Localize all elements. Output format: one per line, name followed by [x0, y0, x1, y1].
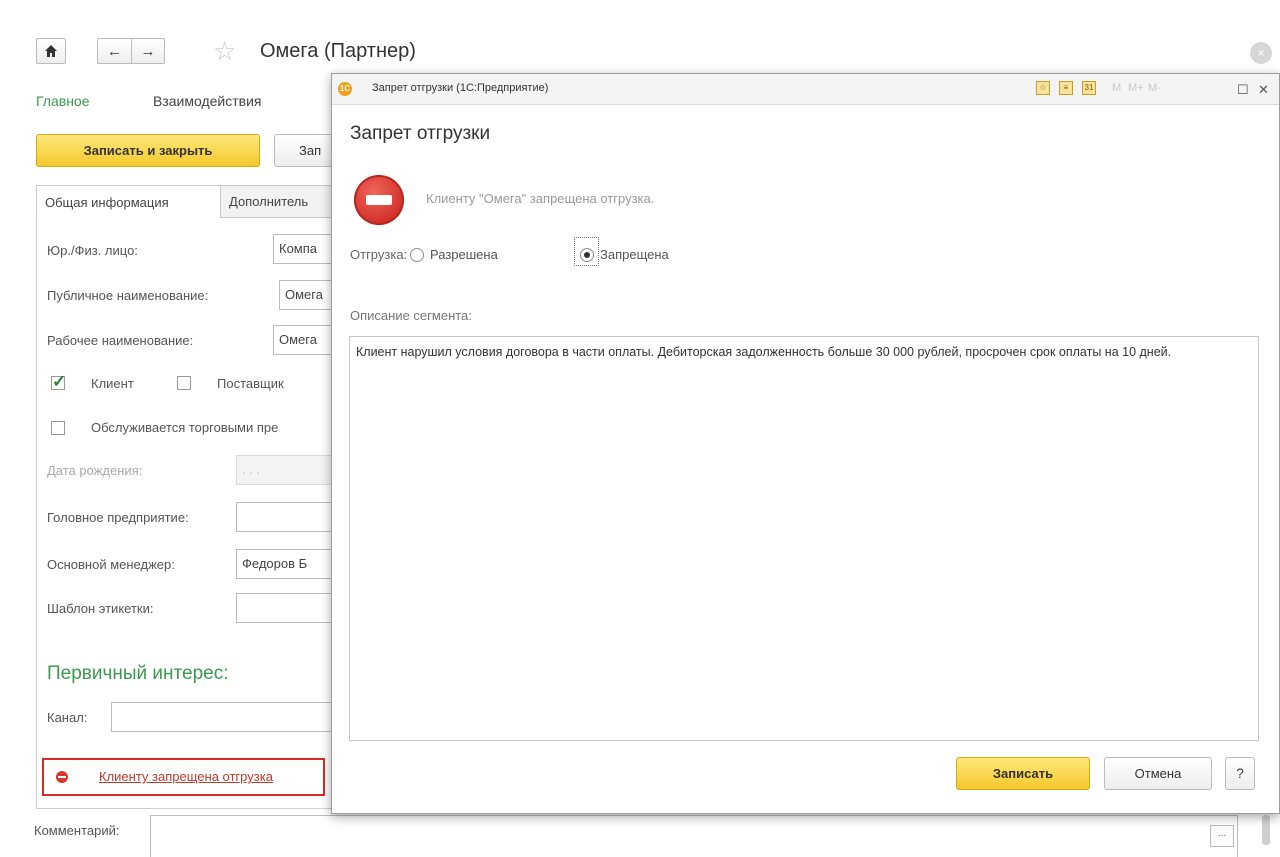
radio-forbidden-label: Запрещена [600, 247, 669, 262]
back-arrow-icon: ← [107, 42, 122, 60]
ban-message: Клиенту "Омега" запрещена отгрузка. [426, 191, 655, 206]
comment-label: Комментарий: [34, 823, 120, 838]
memory-mminus-icon[interactable]: M- [1148, 82, 1161, 94]
scrollbar[interactable] [1262, 815, 1270, 845]
primary-interest-title: Первичный интерес: [47, 663, 229, 684]
shipment-ban-warning: Клиенту запрещена отгрузка [42, 758, 325, 796]
save-dialog-button[interactable]: Записать [956, 757, 1090, 790]
checkmark-icon: ✓ [52, 372, 67, 391]
favorite-icon[interactable]: ☆ [1036, 81, 1050, 95]
description-textarea[interactable]: Клиент нарушил условия договора в части … [349, 336, 1259, 741]
help-button[interactable]: ? [1225, 757, 1255, 790]
birth-date-field: . . . [236, 455, 343, 485]
home-button[interactable] [36, 38, 66, 64]
close-form-icon[interactable]: × [1250, 42, 1272, 64]
channel-label: Канал: [47, 710, 88, 725]
app-1c-icon: 1С [338, 82, 352, 96]
legal-type-label: Юр./Физ. лицо: [47, 243, 138, 258]
cancel-button[interactable]: Отмена [1104, 757, 1212, 790]
birth-date-label: Дата рождения: [47, 463, 143, 478]
shipment-ban-link[interactable]: Клиенту запрещена отгрузка [99, 769, 273, 784]
memory-mplus-icon[interactable]: M+ [1128, 82, 1144, 94]
back-button[interactable]: ← [97, 38, 131, 64]
manager-field[interactable]: Федоров Б [236, 549, 343, 579]
tab-main[interactable]: Главное [36, 93, 90, 109]
save-button-label: Зап [299, 143, 322, 158]
forward-arrow-icon: → [140, 42, 156, 60]
public-name-label: Публичное наименование: [47, 288, 209, 303]
home-icon [44, 44, 58, 58]
page-title: Омега (Партнер) [260, 40, 416, 62]
memory-m-icon[interactable]: M [1112, 82, 1121, 94]
shipment-ban-dialog: 1С Запрет отгрузки (1С:Предприятие) ☆ ≡ … [331, 73, 1280, 814]
supplier-label: Поставщик [217, 376, 284, 391]
maximize-icon[interactable]: ☐ [1237, 82, 1249, 98]
dialog-titlebar[interactable]: 1С Запрет отгрузки (1С:Предприятие) ☆ ≡ … [332, 74, 1279, 105]
tab-interactions[interactable]: Взаимодействия [153, 93, 262, 109]
label-template-field[interactable] [236, 593, 343, 623]
tab-general-info[interactable]: Общая информация [36, 185, 221, 218]
work-name-label: Рабочее наименование: [47, 333, 194, 348]
forward-button[interactable]: → [131, 38, 165, 64]
head-company-field[interactable] [236, 502, 343, 532]
manager-label: Основной менеджер: [47, 557, 175, 572]
favorite-star-icon[interactable]: ☆ [213, 36, 236, 67]
calendar-icon[interactable]: 31 [1082, 81, 1096, 95]
client-label: Клиент [91, 376, 134, 391]
shipment-label: Отгрузка: [350, 247, 408, 262]
radio-forbidden[interactable] [580, 248, 594, 262]
serviced-checkbox[interactable] [51, 421, 65, 435]
radio-selected-dot [584, 252, 590, 258]
list-icon[interactable]: ≡ [1059, 81, 1073, 95]
label-template-label: Шаблон этикетки: [47, 601, 154, 616]
description-label: Описание сегмента: [350, 308, 472, 323]
save-and-close-button[interactable]: Записать и закрыть [36, 134, 260, 167]
stop-icon [56, 771, 68, 783]
client-checkbox[interactable]: ✓ [51, 372, 66, 391]
radio-allowed[interactable] [410, 248, 424, 262]
comment-field[interactable] [150, 815, 1238, 857]
serviced-label: Обслуживается торговыми пре [91, 420, 279, 435]
head-company-label: Головное предприятие: [47, 510, 189, 525]
dialog-heading: Запрет отгрузки [350, 123, 491, 144]
radio-allowed-label: Разрешена [430, 247, 498, 262]
close-icon[interactable]: ✕ [1258, 82, 1269, 98]
channel-field[interactable] [111, 702, 343, 732]
supplier-checkbox[interactable] [177, 376, 191, 390]
dialog-window-title: Запрет отгрузки (1С:Предприятие) [372, 82, 549, 94]
tab-additional[interactable]: Дополнитель [221, 185, 341, 218]
comment-select-button[interactable]: ... [1210, 825, 1234, 847]
stop-sign-icon [354, 175, 404, 225]
